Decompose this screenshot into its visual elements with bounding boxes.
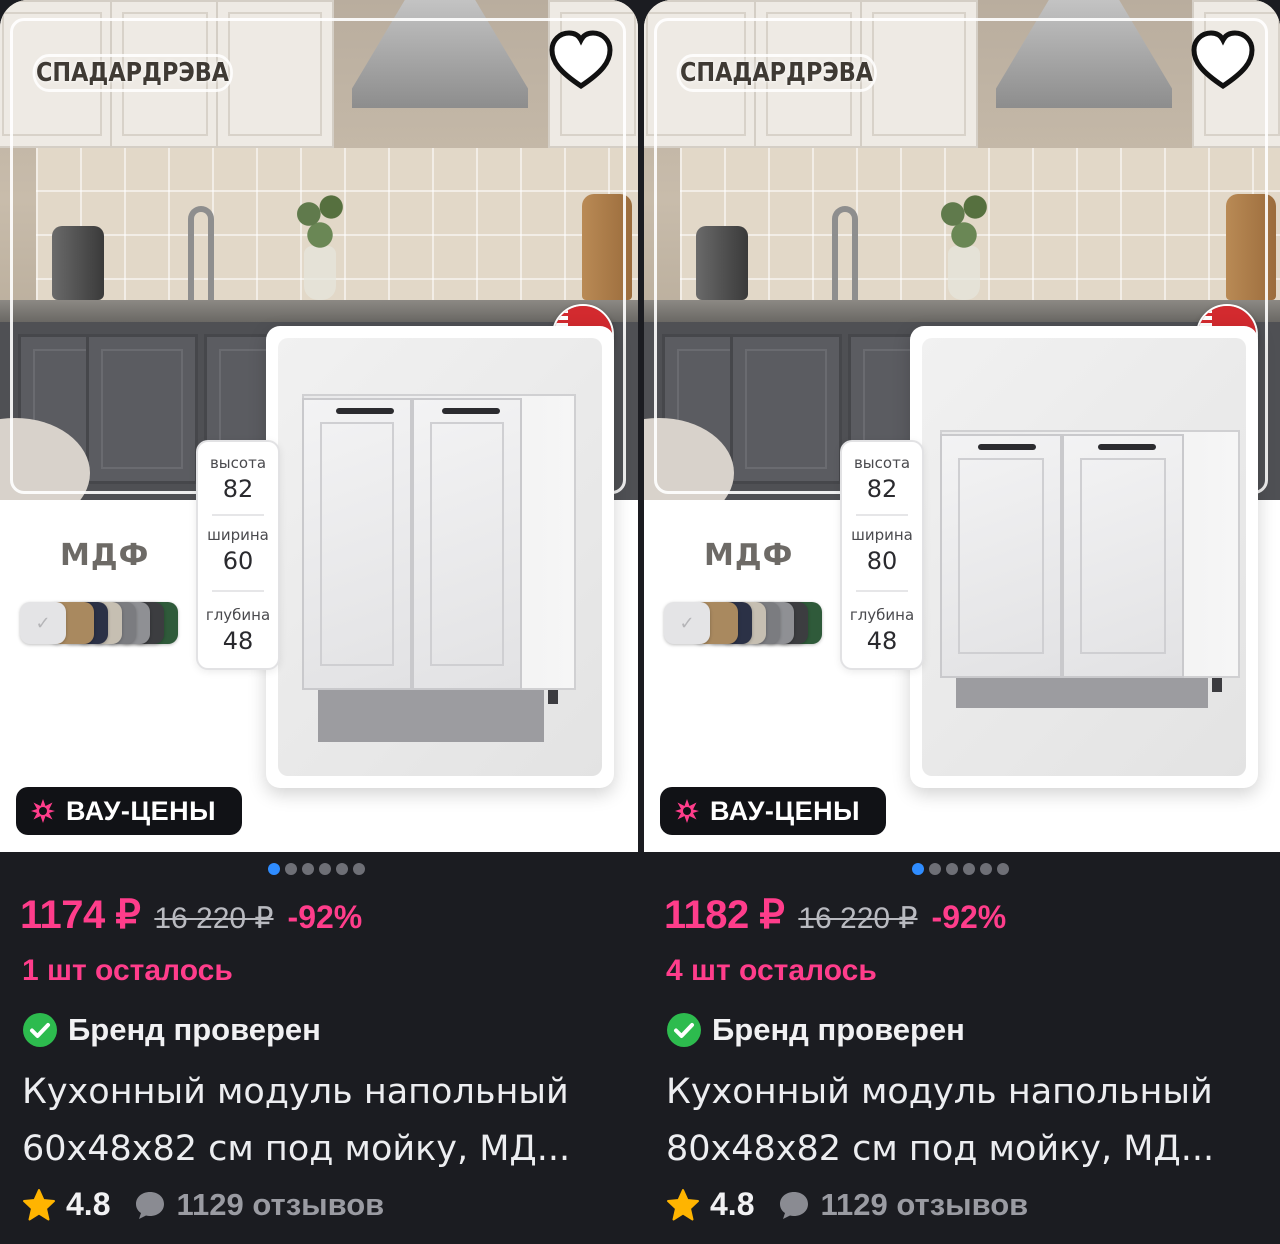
width-value: 60 [222, 547, 254, 575]
depth-value: 48 [222, 627, 254, 655]
carousel-dot [336, 863, 348, 875]
material-label: МДФ [60, 538, 150, 573]
carousel-dot [946, 863, 958, 875]
sparkle-star-icon [31, 799, 55, 823]
chat-bubble-icon [780, 1191, 809, 1219]
stock-remaining: 1 шт осталось [22, 954, 233, 987]
product-grid: СПАДАРДРЭВА высота 82 ширина 60 глубина … [0, 0, 1280, 1244]
carousel-dot [285, 863, 297, 875]
product-image[interactable]: СПАДАРДРЭВА [0, 0, 638, 852]
carousel-dot [929, 863, 941, 875]
stock-remaining: 4 шт осталось [666, 954, 877, 987]
color-swatch-selected[interactable]: ✓ [664, 602, 710, 644]
carousel-indicator [268, 862, 365, 876]
check-circle-icon [23, 1013, 57, 1047]
product-photo-panel [266, 326, 614, 788]
carousel-dot [980, 863, 992, 875]
reviews-count[interactable]: 1129 отзывов [176, 1187, 384, 1223]
height-label: высота [853, 454, 911, 472]
product-title[interactable]: Кухонный модуль напольный 80х48х82 см по… [666, 1064, 1266, 1178]
brand-verified: Бренд проверен [22, 1012, 321, 1048]
width-value: 80 [866, 547, 898, 575]
product-photo-panel [910, 326, 1258, 788]
carousel-dot [997, 863, 1009, 875]
promo-badge-label: ВАУ-ЦЕНЫ [710, 795, 861, 826]
dimensions-panel: высота 82 ширина 80 глубина 48 [840, 440, 924, 670]
reviews-count[interactable]: 1129 отзывов [820, 1187, 1028, 1223]
current-price: 1182 ₽ [664, 893, 785, 937]
carousel-dot [353, 863, 365, 875]
height-value: 82 [866, 475, 898, 503]
heart-outline-icon [549, 30, 613, 90]
depth-value: 48 [866, 627, 898, 655]
product-title-line: Кухонный модуль напольный [22, 1072, 569, 1112]
height-label: высота [209, 454, 267, 472]
rating-value: 4.8 [710, 1186, 755, 1222]
star-icon [23, 1188, 55, 1220]
rating-row: 4.8 1129 отзывов [666, 1186, 1028, 1223]
depth-label: глубина [205, 606, 271, 624]
brand-verified: Бренд проверен [666, 1012, 965, 1048]
heart-outline-icon [1191, 30, 1255, 90]
product-title-line: Кухонный модуль напольный [666, 1072, 1213, 1112]
promo-badge: ВАУ-ЦЕНЫ [16, 787, 242, 835]
cabinet-illustration [302, 394, 576, 744]
current-price: 1174 ₽ [20, 893, 141, 937]
carousel-dot [302, 863, 314, 875]
product-image[interactable]: СПАДАРДРЭВА [644, 0, 1280, 852]
check-circle-icon [667, 1013, 701, 1047]
brand-logo: СПАДАРДРЭВА [676, 54, 877, 92]
old-price: 16 220 ₽ [154, 902, 274, 935]
height-value: 82 [222, 475, 254, 503]
dimensions-panel: высота 82 ширина 60 глубина 48 [196, 440, 280, 670]
depth-label: глубина [849, 606, 915, 624]
color-swatches: ✓ [20, 602, 180, 644]
rating-value: 4.8 [66, 1186, 111, 1222]
product-title-line: 80х48х82 см под мойку, МД... [666, 1129, 1215, 1169]
favorite-button[interactable] [1188, 26, 1258, 96]
price-row: 1182 ₽ 16 220 ₽ -92% [664, 892, 1006, 942]
width-label: ширина [851, 526, 913, 544]
carousel-dot-active [268, 863, 280, 875]
carousel-dot [319, 863, 331, 875]
product-title-line: 60х48х82 см под мойку, МД... [22, 1129, 571, 1169]
chat-bubble-icon [136, 1191, 165, 1219]
promo-badge-label: ВАУ-ЦЕНЫ [66, 795, 217, 826]
star-icon [667, 1188, 699, 1220]
rating-row: 4.8 1129 отзывов [22, 1186, 384, 1223]
old-price: 16 220 ₽ [798, 902, 918, 935]
width-label: ширина [207, 526, 269, 544]
brand-verified-label: Бренд проверен [68, 1012, 321, 1047]
discount-percent: -92% [287, 899, 363, 935]
product-card[interactable]: СПАДАРДРЭВА [0, 0, 638, 1244]
sparkle-star-icon [675, 799, 699, 823]
product-card[interactable]: СПАДАРДРЭВА [644, 0, 1280, 1244]
product-title[interactable]: Кухонный модуль напольный 60х48х82 см по… [22, 1064, 622, 1178]
checkmark-icon: ✓ [679, 612, 695, 634]
discount-percent: -92% [931, 899, 1007, 935]
promo-badge: ВАУ-ЦЕНЫ [660, 787, 886, 835]
checkmark-icon: ✓ [35, 612, 51, 634]
brand-verified-label: Бренд проверен [712, 1012, 965, 1047]
carousel-dot [963, 863, 975, 875]
material-label: МДФ [704, 538, 794, 573]
price-row: 1174 ₽ 16 220 ₽ -92% [20, 892, 362, 942]
favorite-button[interactable] [546, 26, 616, 96]
color-swatches: ✓ [664, 602, 824, 644]
color-swatch-selected[interactable]: ✓ [20, 602, 66, 644]
cabinet-illustration [940, 430, 1240, 710]
carousel-indicator [912, 862, 1009, 876]
carousel-dot-active [912, 863, 924, 875]
brand-logo: СПАДАРДРЭВА [32, 54, 233, 92]
